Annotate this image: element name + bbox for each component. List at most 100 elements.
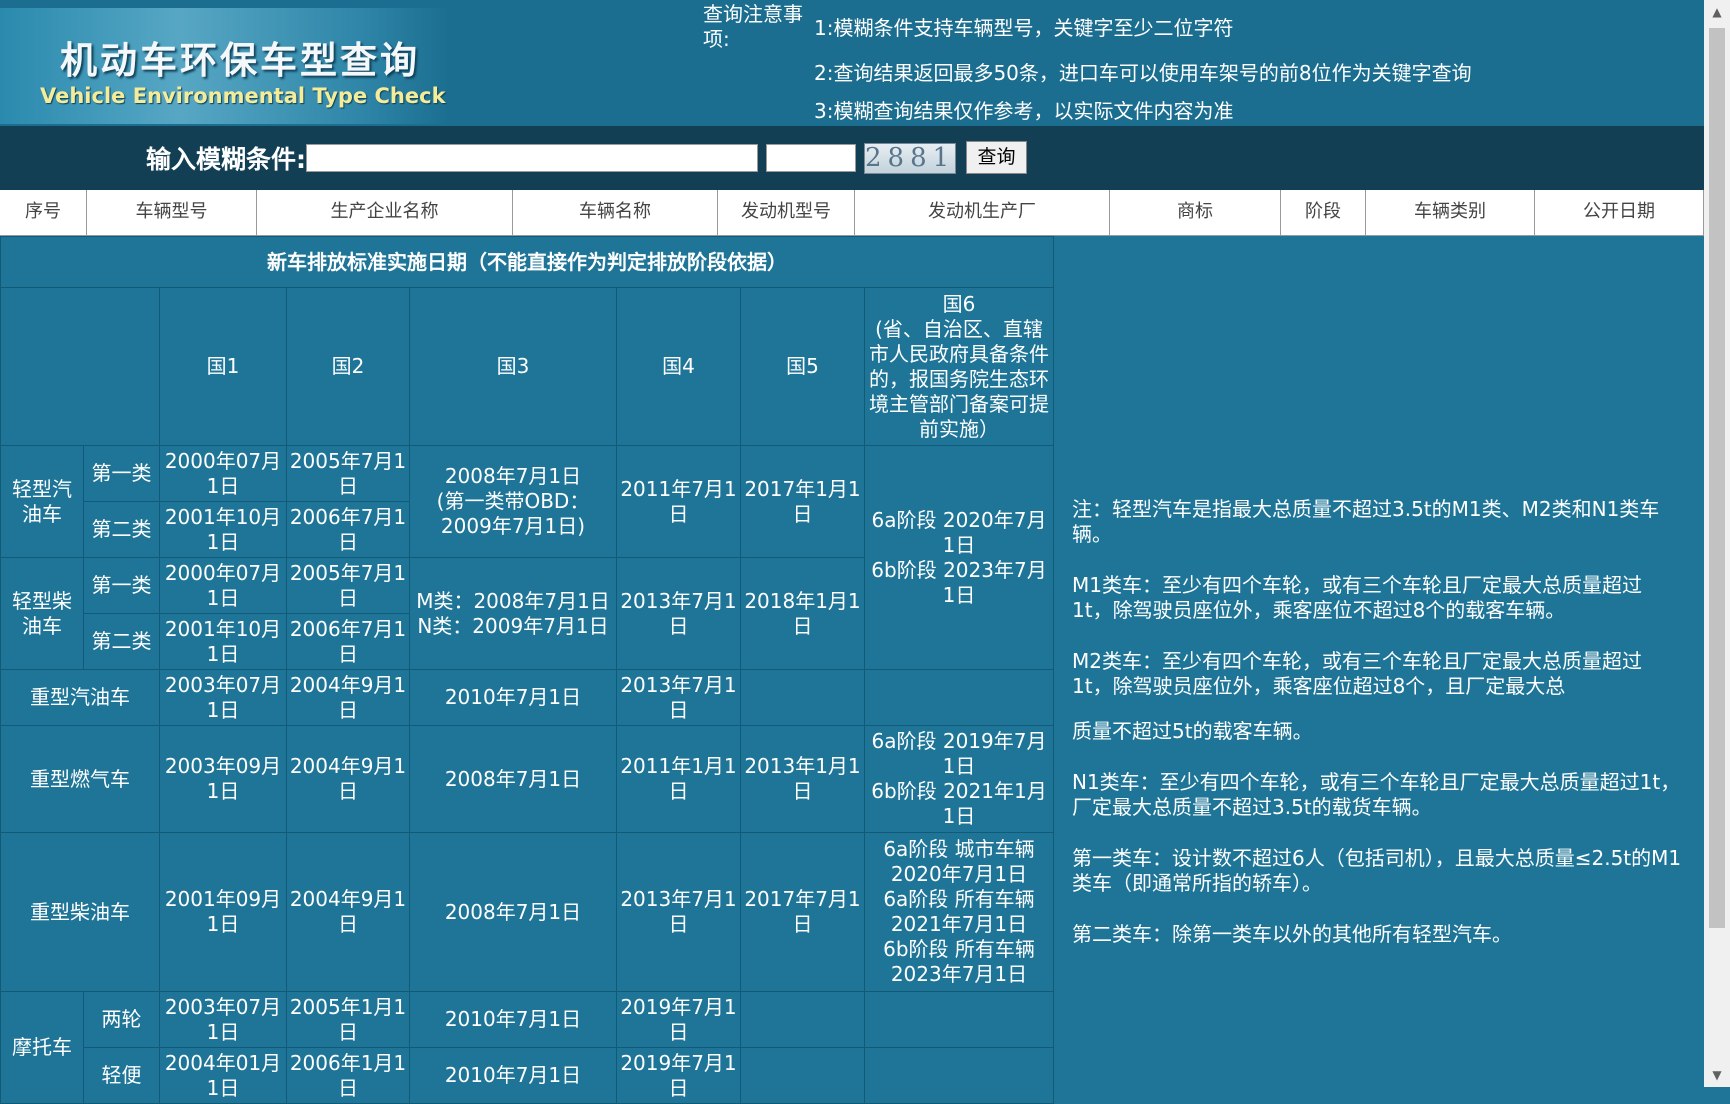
column-header[interactable]: 商标 <box>1110 190 1281 235</box>
date-cell: 2005年1月1日 <box>286 991 410 1048</box>
date-cell: 2004年9月1日 <box>286 725 410 833</box>
date-cell: 2013年7月1日 <box>616 669 741 726</box>
header: 机动车环保车型查询 Vehicle Environmental Type Che… <box>0 0 1704 126</box>
date-cell: 2013年1月1日 <box>740 725 865 833</box>
header-g2: 国2 <box>286 287 410 446</box>
notice-title: 查询注意事项: <box>703 2 803 51</box>
column-header[interactable]: 车辆名称 <box>513 190 718 235</box>
date-cell: 2013年7月1日 <box>616 832 741 992</box>
category-light-diesel: 轻型柴油车 <box>0 557 84 670</box>
date-cell: 2004年9月1日 <box>286 832 410 992</box>
captcha-image[interactable]: 2881 <box>864 143 956 174</box>
date-cell: 2001年09月1日 <box>159 832 287 992</box>
column-header[interactable]: 发动机生产厂 <box>855 190 1110 235</box>
header-blank <box>0 287 160 446</box>
date-cell: 2011年1月1日 <box>616 725 741 833</box>
date-cell: 2008年7月1日 <box>409 725 617 833</box>
note-text: M2类车：至少有四个车轮，或有三个车轮且厂定最大总质量超过1t，除驾驶员座位外，… <box>1072 649 1642 698</box>
site-logo: 机动车环保车型查询 Vehicle Environmental Type Che… <box>0 8 450 124</box>
column-header[interactable]: 车辆类别 <box>1366 190 1535 235</box>
date-cell: 2010年7月1日 <box>409 669 617 726</box>
date-cell: 2003年09月1日 <box>159 725 287 833</box>
note-text: M1类车：至少有四个车轮，或有三个车轮且厂定最大总质量超过1t，除驾驶员座位外，… <box>1072 573 1642 622</box>
notice-item: 3:模糊查询结果仅作参考，以实际文件内容为准 <box>814 99 1234 123</box>
date-cell <box>740 991 865 1048</box>
date-cell: 2003年07月1日 <box>159 991 287 1048</box>
class-label: 轻便 <box>83 1047 160 1104</box>
header-g5: 国5 <box>740 287 865 446</box>
date-cell: 2017年1月1日 <box>740 445 865 558</box>
date-cell: 2005年7月1日 <box>286 445 410 502</box>
date-cell: 2019年7月1日 <box>616 1047 741 1104</box>
note-text: 注：轻型汽车是指最大总质量不超过3.5t的M1类、M2类和N1类车辆。 <box>1072 497 1660 546</box>
vehicle-class-notes: 注：轻型汽车是指最大总质量不超过3.5t的M1类、M2类和N1类车辆。 M1类车… <box>1072 497 1682 973</box>
note-text: 第二类车：除第一类车以外的其他所有轻型汽车。 <box>1072 922 1512 946</box>
date-cell: 2019年7月1日 <box>616 991 741 1048</box>
keyword-input[interactable] <box>306 144 758 172</box>
class-label: 第一类 <box>83 445 160 502</box>
date-cell: 2010年7月1日 <box>409 1047 617 1104</box>
category-heavy-gas: 重型燃气车 <box>0 725 160 833</box>
class-label: 第二类 <box>83 613 160 670</box>
date-cell <box>864 1047 1054 1104</box>
date-cell: 2004年9月1日 <box>286 669 410 726</box>
column-header[interactable]: 车辆型号 <box>87 190 257 235</box>
column-header[interactable]: 序号 <box>0 190 87 235</box>
date-cell <box>864 991 1054 1048</box>
date-cell: 2005年7月1日 <box>286 557 410 614</box>
date-cell: 6a阶段 2019年7月1日 6b阶段 2021年1月1日 <box>864 725 1054 833</box>
date-cell: 2008年7月1日 (第一类带OBD：2009年7月1日) <box>409 445 617 558</box>
date-cell: 2018年1月1日 <box>740 557 865 670</box>
header-g1: 国1 <box>159 287 287 446</box>
logo-title-en: Vehicle Environmental Type Check <box>40 84 446 108</box>
class-label: 第二类 <box>83 501 160 558</box>
date-cell: M类：2008年7月1日 N类：2009年7月1日 <box>409 557 617 670</box>
scrollbar-thumb[interactable] <box>1709 28 1725 928</box>
vertical-scrollbar[interactable]: ▲ ▼ <box>1704 0 1730 1087</box>
date-cell <box>864 669 1054 726</box>
search-bar: 输入模糊条件: 2881 查询 <box>0 126 1704 190</box>
column-header[interactable]: 发动机型号 <box>718 190 855 235</box>
date-cell: 2001年10月1日 <box>159 501 287 558</box>
date-cell: 2006年1月1日 <box>286 1047 410 1104</box>
logo-title-cn: 机动车环保车型查询 <box>60 39 420 82</box>
date-cell: 2011年7月1日 <box>616 445 741 558</box>
date-cell: 2000年07月1日 <box>159 557 287 614</box>
date-cell: 2004年01月1日 <box>159 1047 287 1104</box>
date-cell <box>740 1047 865 1104</box>
date-cell: 2013年7月1日 <box>616 557 741 670</box>
search-label: 输入模糊条件: <box>146 145 306 174</box>
header-g6: 国6 (省、自治区、直辖市人民政府具备条件的，报国务院生态环境主管部门备案可提前… <box>864 287 1054 446</box>
query-button[interactable]: 查询 <box>966 141 1027 174</box>
column-header[interactable]: 公开日期 <box>1535 190 1704 235</box>
notice-item: 1:模糊条件支持车辆型号，关键字至少二位字符 <box>814 16 1234 40</box>
category-heavy-gasoline: 重型汽油车 <box>0 669 160 726</box>
date-cell: 6a阶段 2020年7月1日 6b阶段 2023年7月1日 <box>864 445 1054 670</box>
date-cell: 2010年7月1日 <box>409 991 617 1048</box>
date-cell: 2001年10月1日 <box>159 613 287 670</box>
date-cell: 2003年07月1日 <box>159 669 287 726</box>
date-cell: 2000年07月1日 <box>159 445 287 502</box>
header-g4: 国4 <box>616 287 741 446</box>
scroll-up-arrow-icon[interactable]: ▲ <box>1704 0 1730 24</box>
notice-item: 2:查询结果返回最多50条，进口车可以使用车架号的前8位作为关键字查询 <box>814 61 1472 85</box>
scroll-down-arrow-icon[interactable]: ▼ <box>1704 1063 1730 1087</box>
date-cell: 2006年7月1日 <box>286 613 410 670</box>
date-cell <box>740 669 865 726</box>
date-cell: 2008年7月1日 <box>409 832 617 992</box>
date-cell: 6a阶段 城市车辆 2020年7月1日 6a阶段 所有车辆 2021年7月1日 … <box>864 832 1054 992</box>
note-text: 质量不超过5t的载客车辆。 <box>1072 719 1313 743</box>
captcha-input[interactable] <box>766 144 856 172</box>
category-heavy-diesel: 重型柴油车 <box>0 832 160 992</box>
results-table-header: 序号 车辆型号 生产企业名称 车辆名称 发动机型号 发动机生产厂 商标 阶段 车… <box>0 190 1704 236</box>
header-g3: 国3 <box>409 287 617 446</box>
note-text: N1类车：至少有四个车轮，或有三个车轮且厂定最大总质量超过1t，厂定最大总质量不… <box>1072 770 1681 819</box>
standards-title: 新车排放标准实施日期（不能直接作为判定排放阶段依据） <box>0 236 1054 288</box>
class-label: 两轮 <box>83 991 160 1048</box>
column-header[interactable]: 阶段 <box>1281 190 1366 235</box>
note-text: 第一类车：设计数不超过6人（包括司机），且最大总质量≤2.5t的M1类车（即通常… <box>1072 846 1682 895</box>
standards-table: 新车排放标准实施日期（不能直接作为判定排放阶段依据） 国1 国2 国3 国4 国… <box>0 236 1054 1104</box>
column-header[interactable]: 生产企业名称 <box>257 190 513 235</box>
date-cell: 2006年7月1日 <box>286 501 410 558</box>
date-cell: 2017年7月1日 <box>740 832 865 992</box>
